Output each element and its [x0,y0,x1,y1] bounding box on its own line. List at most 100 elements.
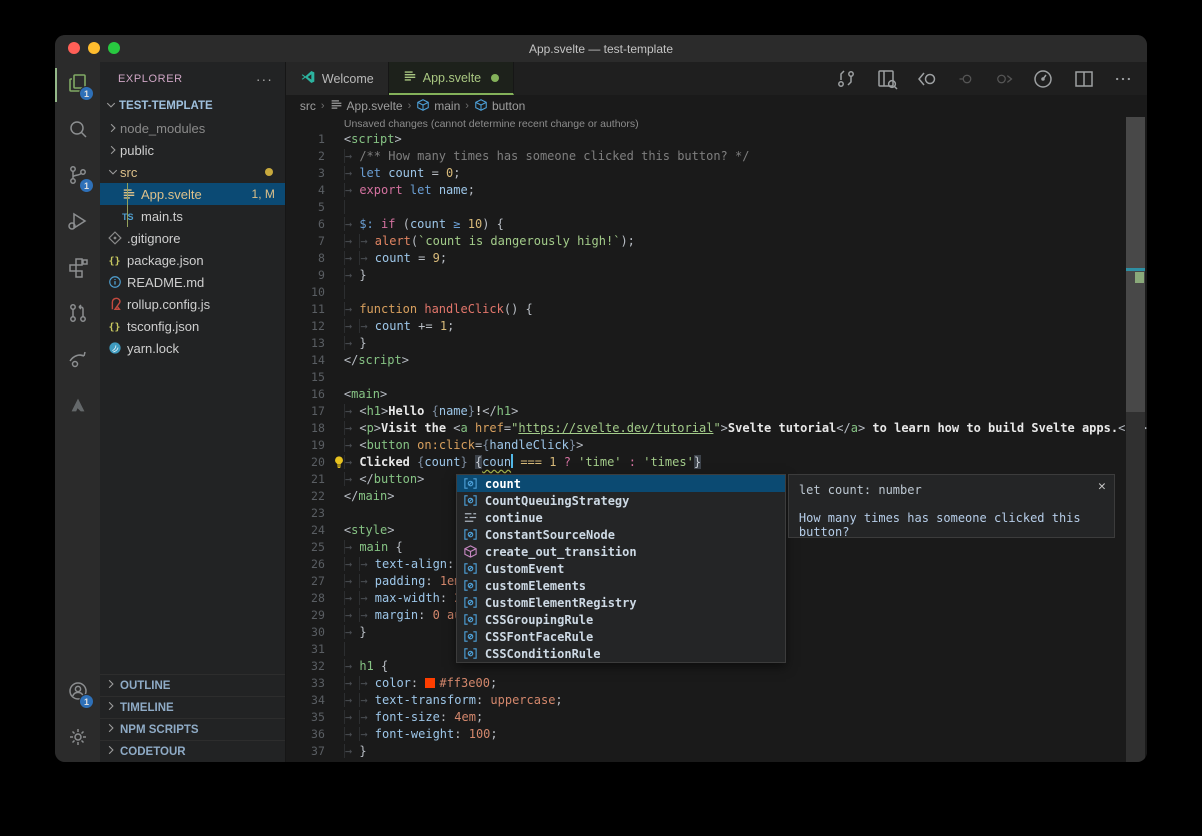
activity-bar-item-azure[interactable] [55,384,100,430]
code-editor[interactable]: Unsaved changes (cannot determine recent… [286,117,1147,762]
file-tree-item-main-ts[interactable]: TSmain.ts [100,205,285,227]
suggestion-item-countqueuingstrategy[interactable]: CountQueuingStrategy [457,492,785,509]
intellisense-docs-panel: let count: number How many times has som… [788,474,1115,538]
suggestion-label: customElements [485,579,586,593]
code-line-10[interactable]: 10 [286,284,1147,301]
sidebar-panel-timeline[interactable]: TIMELINE [100,696,285,718]
code-line-13[interactable]: 13→ } [286,335,1147,352]
scrollbar-thumb[interactable] [1126,117,1145,412]
maximize-window-button[interactable] [108,42,120,54]
code-line-8[interactable]: 8→ → count = 9; [286,250,1147,267]
suggestion-item-cssfontfacerule[interactable]: CSSFontFaceRule [457,628,785,645]
open-preview-icon[interactable] [875,67,899,91]
file-tree-item--gitignore[interactable]: .gitignore [100,227,285,249]
code-line-7[interactable]: 7→ → alert(`count is dangerously high!`)… [286,233,1147,250]
line-number: 19 [286,437,344,454]
panel-title: OUTLINE [120,680,170,692]
breadcrumb-item-main[interactable]: main [416,98,460,115]
vscode-window: App.svelte — test-template 111 EXPLORER … [55,35,1147,762]
svg-text:{}: {} [108,322,120,333]
suggestion-item-cssconditionrule[interactable]: CSSConditionRule [457,645,785,662]
sidebar-more-actions-icon[interactable]: ··· [256,71,273,87]
minimize-window-button[interactable] [88,42,100,54]
code-line-5[interactable]: 5 [286,199,1147,216]
activity-bar-item-pull-request[interactable] [55,292,100,338]
breadcrumb-item-app-svelte[interactable]: App.svelte [330,98,403,114]
code-line-4[interactable]: 4→ export let name; [286,182,1147,199]
sidebar-panel-codetour[interactable]: CODETOUR [100,740,285,762]
activity-bar-item-files[interactable]: 1 [55,62,100,108]
activity-bar-item-account[interactable]: 1 [55,670,100,716]
code-line-16[interactable]: 16<main> [286,386,1147,403]
file-tree-item-tsconfig-json[interactable]: {}tsconfig.json [100,315,285,337]
code-line-text: → export let name; [344,182,1147,199]
close-icon[interactable]: ✕ [1098,479,1106,494]
sidebar-panel-npm-scripts[interactable]: NPM SCRIPTS [100,718,285,740]
suggestion-item-customelementregistry[interactable]: CustomElementRegistry [457,594,785,611]
code-line-2[interactable]: 2→ /** How many times has someone clicke… [286,148,1147,165]
more-actions-icon[interactable] [1113,69,1133,89]
code-line-14[interactable]: 14</script> [286,352,1147,369]
line-number: 9 [286,267,344,284]
file-tree-item-public[interactable]: public [100,139,285,161]
code-line-6[interactable]: 6→ $: if (count ≥ 10) { [286,216,1147,233]
breadcrumb-label: src [300,99,316,113]
scrollbar[interactable] [1126,117,1145,762]
file-tree-item-yarn-lock[interactable]: yarn.lock [100,337,285,359]
line-number: 33 [286,675,344,692]
suggestion-item-cssgroupingrule[interactable]: CSSGroupingRule [457,611,785,628]
code-line-3[interactable]: 3→ let count = 0; [286,165,1147,182]
close-window-button[interactable] [68,42,80,54]
activity-bar-item-extensions[interactable] [55,246,100,292]
file-tree-item-rollup-config-js[interactable]: rollup.config.js [100,293,285,315]
code-line-17[interactable]: 17→ <h1>Hello {name}!</h1> [286,403,1147,420]
suggestion-item-customevent[interactable]: CustomEvent [457,560,785,577]
tab-app-svelte[interactable]: App.svelte [389,62,514,95]
tab-label: Welcome [322,72,374,86]
breadcrumb-item-button[interactable]: button [474,98,525,115]
split-editor-icon[interactable] [1072,67,1096,91]
navigate-back-icon[interactable] [916,67,940,91]
timeline-icon[interactable] [1031,67,1055,91]
breadcrumb-label: button [492,99,525,113]
line-number: 10 [286,284,344,301]
code-line-20[interactable]: 20→ Clicked {count} {coun === 1 ? 'time'… [286,454,1147,471]
workspace-root-folder[interactable]: TEST-TEMPLATE [100,95,285,117]
code-line-37[interactable]: 37→ } [286,743,1147,760]
activity-bar-item-live-share[interactable] [55,338,100,384]
file-tree-item-package-json[interactable]: {}package.json [100,249,285,271]
file-tree-item-src[interactable]: src [100,161,285,183]
code-line-34[interactable]: 34→ → text-transform: uppercase; [286,692,1147,709]
line-number: 15 [286,369,344,386]
variable-icon [462,612,479,627]
code-line-19[interactable]: 19→ <button on:click={handleClick}> [286,437,1147,454]
code-line-33[interactable]: 33→ → color: #ff3e00; [286,675,1147,692]
suggestion-item-create_out_transition[interactable]: create_out_transition [457,543,785,560]
code-line-9[interactable]: 9→ } [286,267,1147,284]
activity-bar-item-run-debug[interactable] [55,200,100,246]
code-line-15[interactable]: 15 [286,369,1147,386]
code-line-35[interactable]: 35→ → font-size: 4em; [286,709,1147,726]
activity-bar-item-settings-gear[interactable] [55,716,100,762]
code-line-12[interactable]: 12→ → count += 1; [286,318,1147,335]
suggestion-item-constantsourcenode[interactable]: ConstantSourceNode [457,526,785,543]
navigation-dot-icon[interactable] [957,69,977,89]
file-tree-item-app-svelte[interactable]: App.svelte1, M [100,183,285,205]
file-tree-item-readme-md[interactable]: README.md [100,271,285,293]
tab-welcome[interactable]: Welcome [286,62,389,95]
activity-bar-item-search[interactable] [55,108,100,154]
suggestion-item-continue[interactable]: continue [457,509,785,526]
file-tree-item-node-modules[interactable]: node_modules [100,117,285,139]
sidebar-panel-outline[interactable]: OUTLINE [100,674,285,696]
code-line-18[interactable]: 18→ <p>Visit the <a href="https://svelte… [286,420,1147,437]
breadcrumb-label: main [434,99,460,113]
code-line-36[interactable]: 36→ → font-weight: 100; [286,726,1147,743]
navigate-forward-icon[interactable] [994,69,1014,89]
open-changes-icon[interactable] [834,67,858,91]
suggestion-item-count[interactable]: count [457,475,785,492]
suggestion-item-customelements[interactable]: customElements [457,577,785,594]
code-line-11[interactable]: 11→ function handleClick() { [286,301,1147,318]
code-line-1[interactable]: 1<script> [286,131,1147,148]
activity-bar-item-source-control[interactable]: 1 [55,154,100,200]
breadcrumb-item-src[interactable]: src [300,99,316,113]
